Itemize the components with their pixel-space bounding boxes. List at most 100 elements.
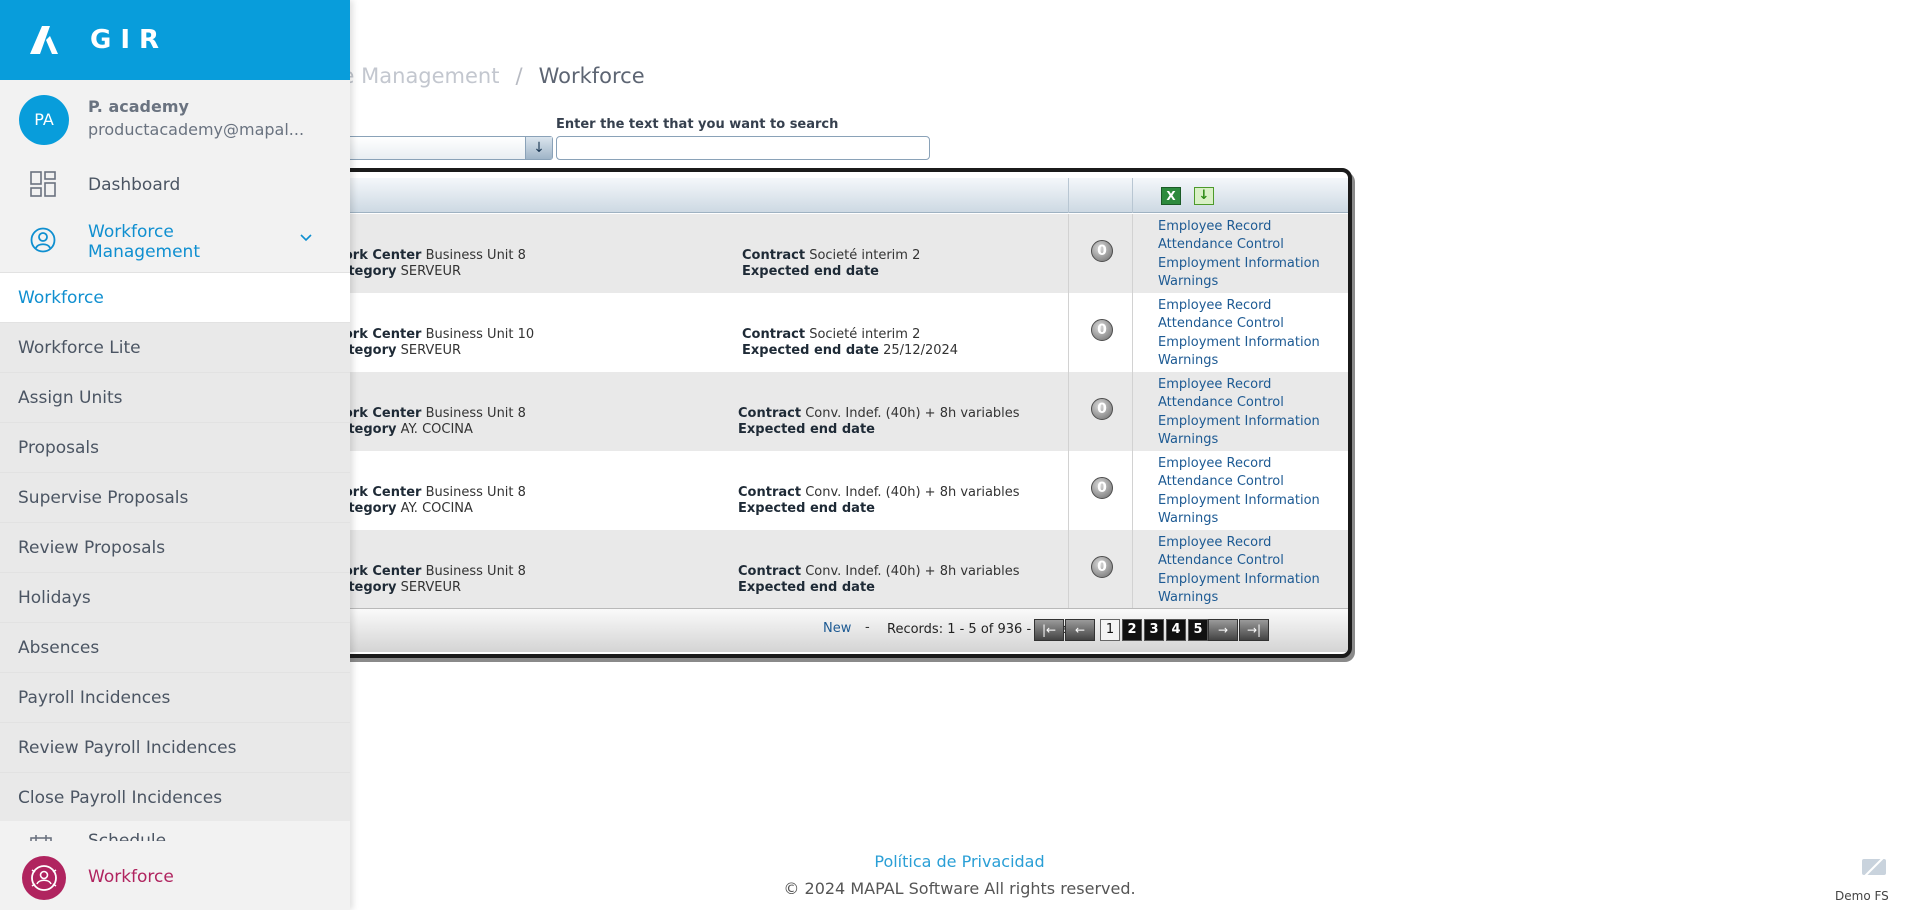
expected-end-label: Expected end date (742, 264, 879, 279)
sidebar-workspace[interactable]: Workforce (0, 841, 350, 910)
action-link-warnings[interactable]: Warnings (1158, 273, 1320, 291)
table-row: : 1137)Work Center Business Unit 8Catego… (304, 530, 1348, 609)
count-badge[interactable]: 0 (1091, 398, 1113, 420)
page-button[interactable]: 4 (1166, 619, 1186, 641)
sidebar-item-review-payroll-incidences[interactable]: Review Payroll Incidences (0, 722, 350, 772)
app-logo-text: GIR (90, 25, 169, 55)
row-divider (1068, 293, 1069, 372)
action-link-employment-information[interactable]: Employment Information (1158, 492, 1320, 510)
nav-workforce-management[interactable]: Workforce Management (88, 222, 228, 262)
count-badge[interactable]: 0 (1091, 240, 1113, 262)
action-link-employee-record[interactable]: Employee Record (1158, 297, 1320, 315)
demo-label: Demo FS (1835, 889, 1889, 903)
action-link-employee-record[interactable]: Employee Record (1158, 218, 1320, 236)
contract-value: Conv. Indef. (40h) + 8h variables (805, 564, 1020, 579)
new-record-link[interactable]: New (823, 621, 851, 636)
page-button[interactable]: 2 (1122, 619, 1142, 641)
breadcrumb-parent[interactable]: ce Management (330, 64, 499, 88)
work-center-cell: Work Center Business Unit 8 Category SERV… (330, 564, 526, 596)
action-link-attendance-control[interactable]: Attendance Control (1158, 394, 1320, 412)
sidebar-item-supervise-proposals[interactable]: Supervise Proposals (0, 472, 350, 522)
contract-value: Conv. Indef. (40h) + 8h variables (805, 485, 1020, 500)
contract-value: Societé interim 2 (809, 248, 921, 263)
action-link-employment-information[interactable]: Employment Information (1158, 571, 1320, 589)
dashboard-grid-icon (30, 171, 56, 197)
select-arrow-icon[interactable]: ↓ (525, 137, 552, 159)
last-page-icon[interactable]: →| (1239, 619, 1269, 641)
header-divider (1132, 178, 1133, 213)
contract-value: Societé interim 2 (809, 327, 921, 342)
row-divider (1068, 451, 1069, 530)
avatar[interactable]: PA (19, 95, 69, 145)
demo-environment-icon (1860, 855, 1888, 879)
action-link-attendance-control[interactable]: Attendance Control (1158, 552, 1320, 570)
sidebar-item-proposals[interactable]: Proposals (0, 422, 350, 472)
work-center-value: Business Unit 8 (425, 485, 526, 500)
sidebar-item-holidays[interactable]: Holidays (0, 572, 350, 622)
sidebar-item-workforce[interactable]: Workforce (0, 272, 350, 322)
action-link-attendance-control[interactable]: Attendance Control (1158, 473, 1320, 491)
workspace-label: Workforce (88, 867, 174, 887)
search-input[interactable] (556, 136, 930, 160)
table-row: Work Center Business Unit 10 Category SER… (304, 293, 1348, 372)
nav-schedule-partial[interactable]: Schedule (88, 831, 166, 841)
action-link-warnings[interactable]: Warnings (1158, 431, 1320, 449)
action-link-employment-information[interactable]: Employment Information (1158, 255, 1320, 273)
sidebar-item-close-payroll-incidences[interactable]: Close Payroll Incidences (0, 772, 350, 822)
action-link-employment-information[interactable]: Employment Information (1158, 413, 1320, 431)
first-page-icon[interactable]: |← (1034, 619, 1064, 641)
count-badge[interactable]: 0 (1091, 556, 1113, 578)
category-value: SERVEUR (400, 580, 462, 595)
page-button[interactable]: 1 (1100, 619, 1120, 641)
contract-label: Contract (742, 327, 806, 342)
sidebar-item-review-proposals[interactable]: Review Proposals (0, 522, 350, 572)
count-badge[interactable]: 0 (1091, 477, 1113, 499)
workforce-module-icon[interactable] (22, 856, 66, 900)
action-link-attendance-control[interactable]: Attendance Control (1158, 236, 1320, 254)
work-center-value: Business Unit 8 (425, 406, 526, 421)
breadcrumb-current: Workforce (538, 64, 645, 88)
chevron-down-icon[interactable] (300, 232, 312, 244)
sidebar-item-payroll-incidences[interactable]: Payroll Incidences (0, 672, 350, 722)
work-center-cell: Work Center Business Unit 10 Category SER… (330, 327, 534, 359)
page-button[interactable]: 5 (1188, 619, 1208, 641)
sidebar-item-workforce-lite[interactable]: Workforce Lite (0, 322, 350, 372)
action-link-attendance-control[interactable]: Attendance Control (1158, 315, 1320, 333)
action-link-employee-record[interactable]: Employee Record (1158, 534, 1320, 552)
sidebar-item-assign-units[interactable]: Assign Units (0, 372, 350, 422)
expected-end-label: Expected end date (738, 580, 875, 595)
table-row: Work Center Business Unit 8 Category SERV… (304, 214, 1348, 293)
excel-export-icon[interactable]: X (1161, 187, 1181, 205)
contract-cell: Contract Conv. Indef. (40h) + 8h variabl… (738, 485, 1020, 517)
action-link-employment-information[interactable]: Employment Information (1158, 334, 1320, 352)
row-divider (1068, 214, 1069, 293)
action-link-warnings[interactable]: Warnings (1158, 352, 1320, 370)
row-divider (1132, 293, 1133, 372)
action-link-employee-record[interactable]: Employee Record (1158, 455, 1320, 473)
row-actions: Employee Record Attendance Control Employm… (1158, 455, 1320, 529)
category-value: AY. COCINA (400, 501, 473, 516)
work-center-cell: Work Center Business Unit 8 Category AY. … (330, 406, 526, 438)
nav-dashboard[interactable]: Dashboard (88, 175, 180, 195)
workforce-grid: X ↓ Work Center Business Unit 8 Category … (300, 168, 1352, 658)
grid-header: X ↓ (304, 178, 1348, 213)
contract-value: Conv. Indef. (40h) + 8h variables (805, 406, 1020, 421)
work-center-cell: Work Center Business Unit 8 Category AY. … (330, 485, 526, 517)
next-page-icon[interactable]: → (1208, 619, 1238, 641)
download-icon[interactable]: ↓ (1194, 187, 1214, 205)
category-value: SERVEUR (400, 264, 462, 279)
action-link-employee-record[interactable]: Employee Record (1158, 376, 1320, 394)
prev-page-icon[interactable]: ← (1065, 619, 1095, 641)
expected-end-label: Expected end date (742, 343, 879, 358)
user-email: productacademy@mapal... (88, 120, 305, 139)
sidebar: GIR PA P. academy productacademy@mapal..… (0, 0, 350, 910)
sidebar-item-absences[interactable]: Absences (0, 622, 350, 672)
work-center-value: Business Unit 10 (425, 327, 535, 342)
work-center-value: Business Unit 8 (425, 564, 526, 579)
action-link-warnings[interactable]: Warnings (1158, 589, 1320, 607)
count-badge[interactable]: 0 (1091, 319, 1113, 341)
row-divider (1132, 214, 1133, 293)
gir-logo-icon[interactable] (28, 22, 60, 56)
action-link-warnings[interactable]: Warnings (1158, 510, 1320, 528)
page-button[interactable]: 3 (1144, 619, 1164, 641)
